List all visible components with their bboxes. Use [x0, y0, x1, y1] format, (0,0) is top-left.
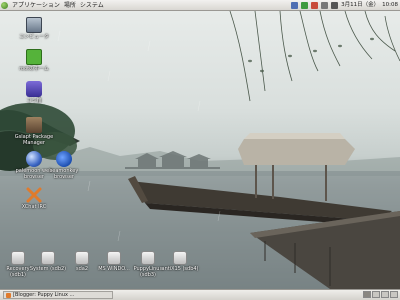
seamonkey-launcher[interactable]: seamonkey browser — [44, 151, 84, 180]
clock[interactable]: 10:08 — [382, 1, 398, 10]
trash-label: ゴミ箱 — [26, 98, 42, 104]
menu-system[interactable]: システム — [80, 1, 104, 10]
trash-launcher[interactable]: ゴミ箱 — [14, 81, 54, 104]
workspace-switcher — [363, 291, 398, 298]
xchat-label: XChat IRC — [21, 204, 47, 210]
drive-icon — [173, 251, 187, 265]
home-folder-label: rootのホーム — [19, 66, 49, 72]
bottom-panel: [Blogger: Puppy Linux ... — [0, 289, 400, 300]
gslapt-label: Gslapt Package Manager — [14, 134, 54, 146]
volume-icon[interactable] — [331, 2, 339, 9]
desktop[interactable]: コンピュータ rootのホーム ゴミ箱 Gslapt Package Manag… — [0, 11, 400, 289]
wallpaper — [0, 11, 400, 289]
xchat-launcher[interactable]: XChat IRC — [14, 187, 54, 210]
taskbar-window-title: [Blogger: Puppy Linux ... — [13, 291, 75, 298]
home-folder-launcher[interactable]: rootのホーム — [14, 49, 54, 72]
drive-icon — [75, 251, 89, 265]
computer-icon — [26, 17, 42, 33]
computer-label: コンピュータ — [18, 34, 49, 40]
workspace-1[interactable] — [363, 291, 371, 298]
drive-icon — [11, 251, 25, 265]
date-display[interactable]: 3月11日（金） — [341, 1, 379, 10]
xchat-icon — [26, 187, 42, 203]
workspace-2[interactable] — [372, 291, 380, 298]
gslapt-launcher[interactable]: Gslapt Package Manager — [14, 117, 54, 146]
drive-sdb4[interactable]: antiX15 (sdb4) — [160, 251, 200, 272]
top-menus: アプリケーション 場所 システム — [1, 1, 104, 10]
updates-icon[interactable] — [301, 2, 309, 9]
drive-icon — [141, 251, 155, 265]
computer-icon-launcher[interactable]: コンピュータ — [14, 17, 54, 40]
workspace-4[interactable] — [390, 291, 398, 298]
palemoon-icon — [26, 151, 42, 167]
battery-icon[interactable] — [321, 2, 329, 9]
drive-icon — [41, 251, 55, 265]
applet-icon[interactable] — [311, 2, 319, 9]
menu-applications[interactable]: アプリケーション — [12, 1, 60, 10]
network-icon[interactable] — [291, 2, 299, 9]
package-manager-icon — [26, 117, 42, 133]
seamonkey-label: seamonkey browser — [49, 168, 79, 180]
taskbar-window-button[interactable]: [Blogger: Puppy Linux ... — [3, 291, 113, 299]
window-app-icon — [6, 292, 11, 298]
workspace-3[interactable] — [381, 291, 389, 298]
top-panel: アプリケーション 場所 システム 3月11日（金） 10:08 — [0, 0, 400, 11]
trash-icon — [26, 81, 42, 97]
system-tray: 3月11日（金） 10:08 — [291, 1, 398, 10]
drive-sdb4-label: antiX15 (sdb4) — [161, 266, 199, 272]
drive-icon — [107, 251, 121, 265]
distro-logo-icon[interactable] — [1, 2, 8, 9]
menu-places[interactable]: 場所 — [64, 1, 76, 10]
seamonkey-icon — [56, 151, 72, 167]
home-folder-icon — [26, 49, 42, 65]
